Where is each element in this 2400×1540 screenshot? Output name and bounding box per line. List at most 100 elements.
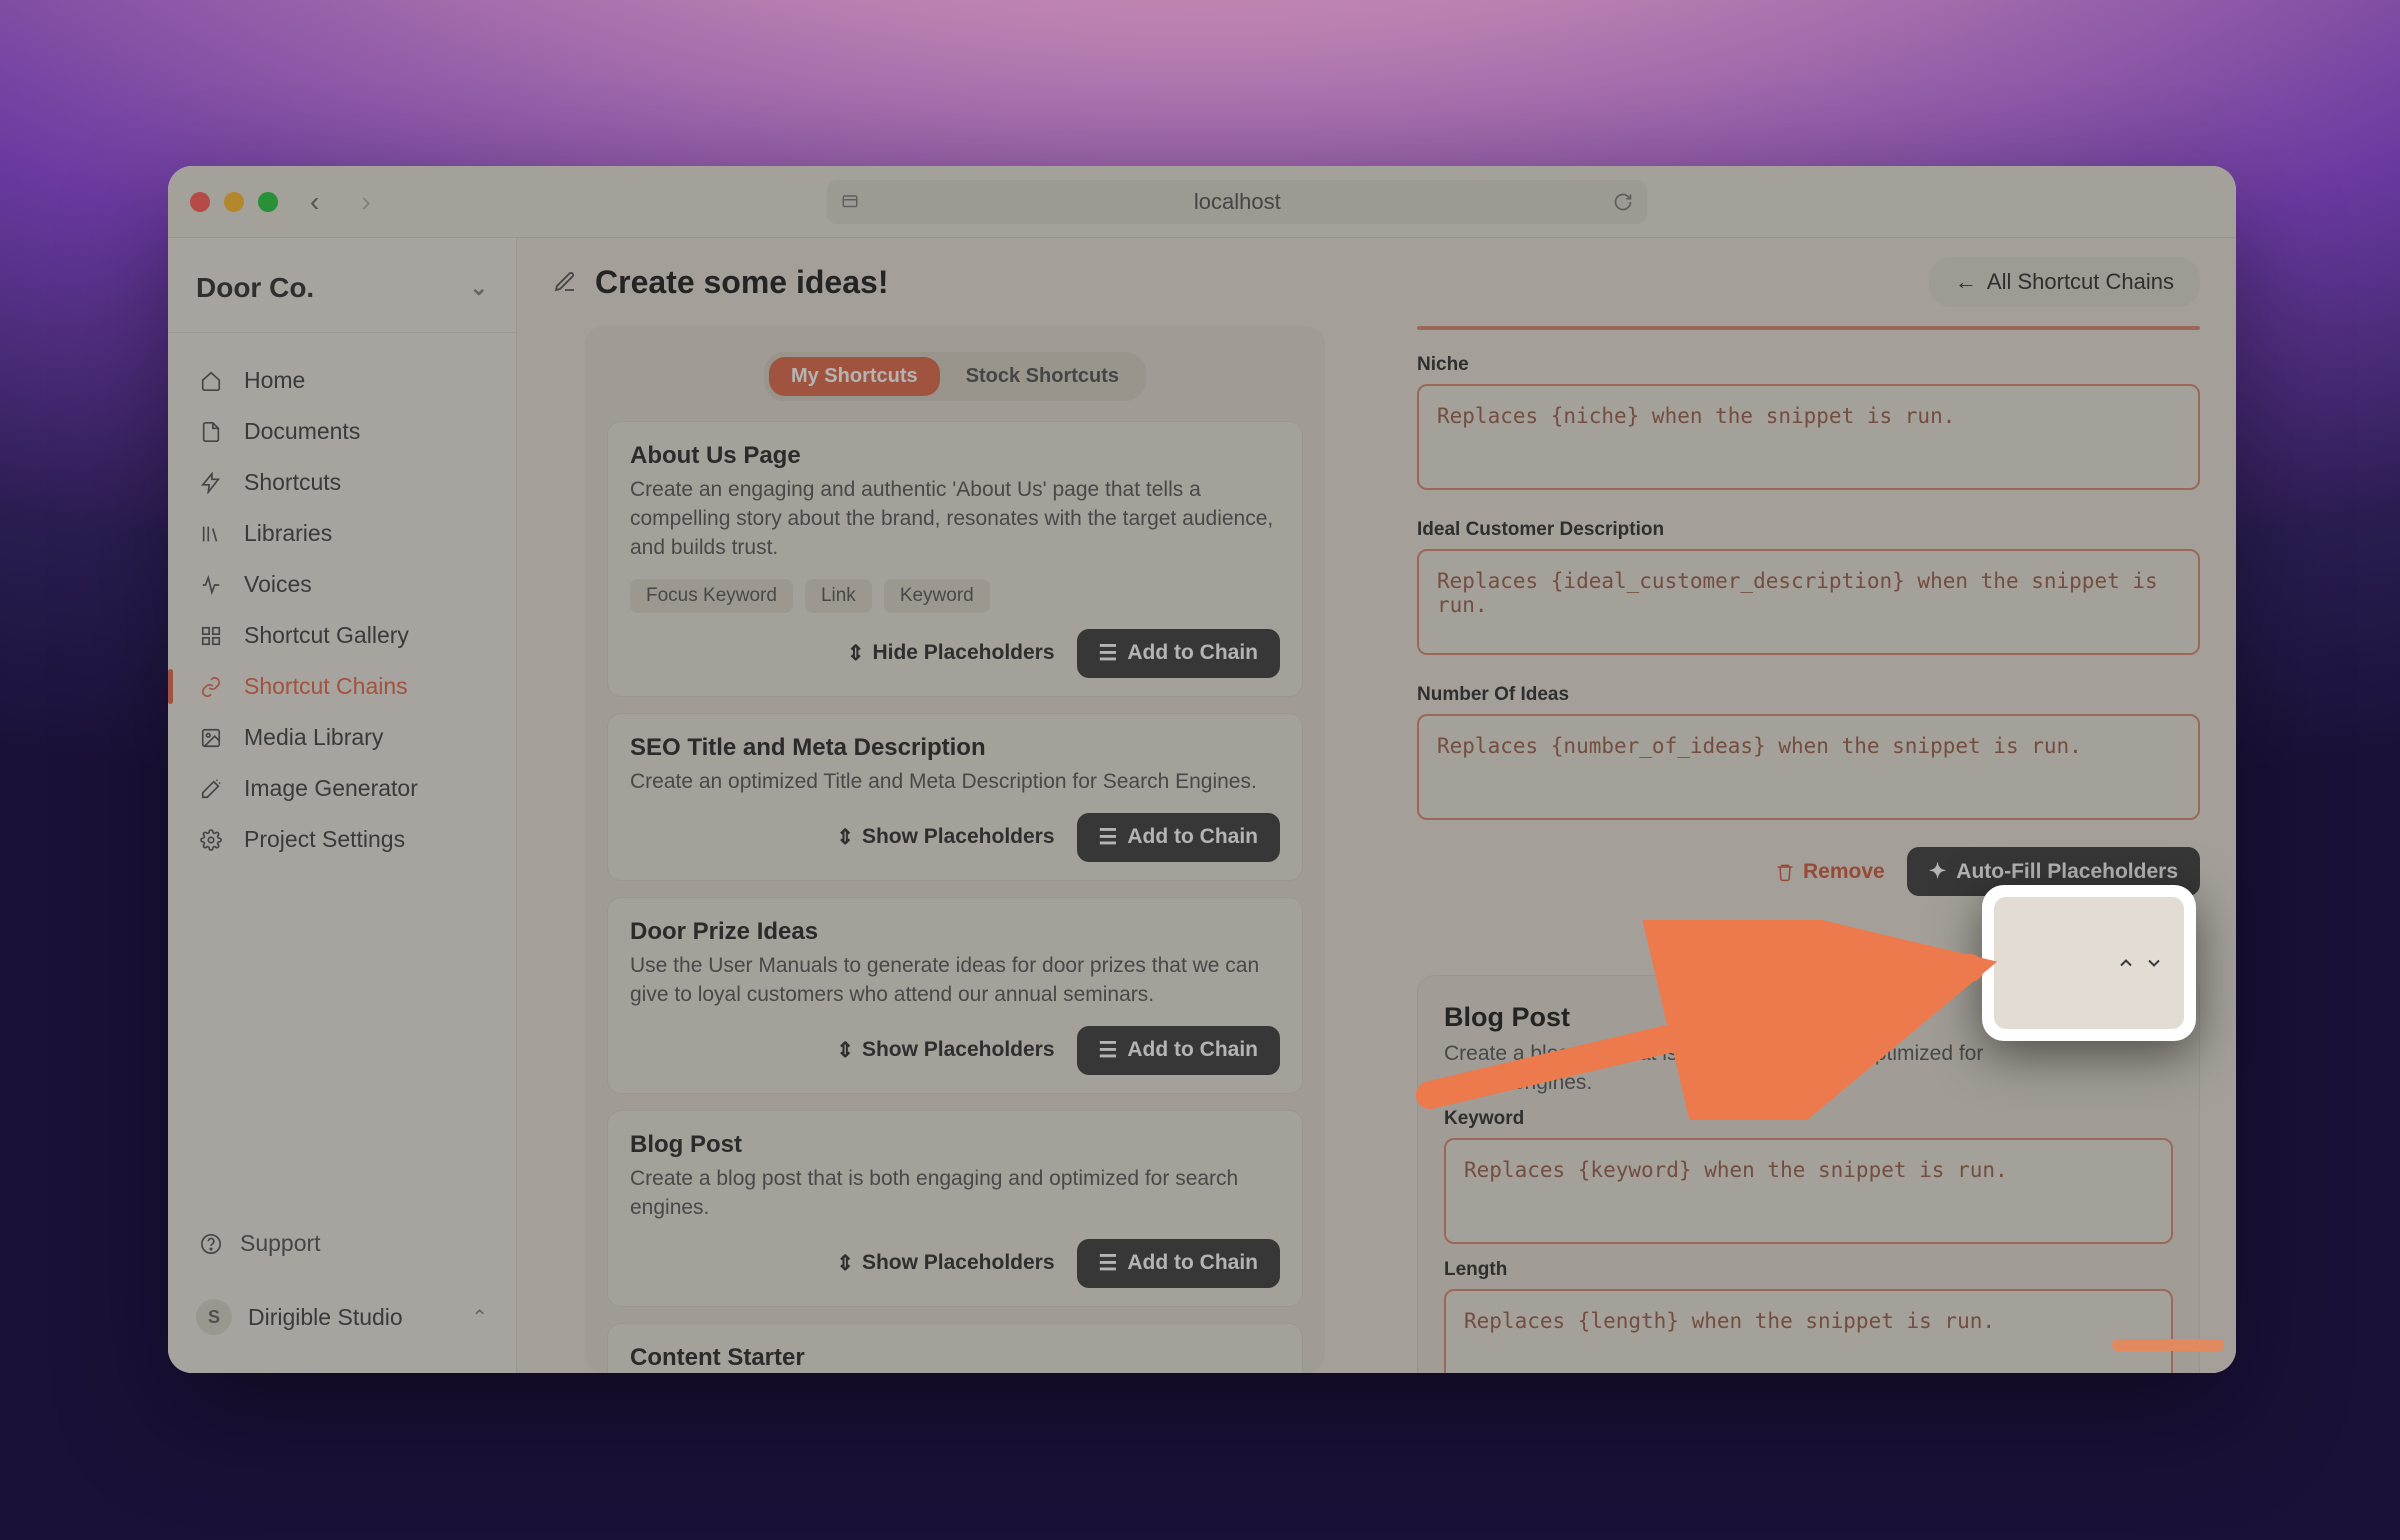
back-label: All Shortcut Chains [1987, 269, 2174, 295]
url-bar[interactable]: localhost [827, 180, 1647, 224]
document-icon [200, 421, 226, 443]
browser-chrome: ‹ › localhost [168, 166, 2236, 238]
add-to-chain-button[interactable]: ☰ Add to Chain [1077, 1239, 1280, 1288]
sidebar-item-label: Shortcuts [244, 469, 341, 496]
sparkle-icon: ✦ [1929, 859, 1947, 884]
add-to-chain-button[interactable]: ☰ Add to Chain [1077, 629, 1280, 678]
expand-icon: ⇕ [836, 825, 854, 850]
shortcut-desc: Create a blog post that is both engaging… [630, 1165, 1280, 1223]
nav-forward-button[interactable]: › [351, 182, 380, 222]
books-icon [200, 523, 226, 545]
niche-input[interactable] [1417, 384, 2200, 490]
reload-icon[interactable] [1613, 192, 1633, 212]
ideal-customer-input[interactable] [1417, 549, 2200, 655]
shortcut-card: Door Prize Ideas Use the User Manuals to… [607, 897, 1303, 1094]
field-label: Keyword [1444, 1108, 2173, 1130]
sidebar-item-label: Voices [244, 571, 312, 598]
toggle-placeholders-button[interactable]: ⇕ Show Placeholders [836, 825, 1054, 850]
edit-icon[interactable] [553, 270, 577, 294]
tab-stock-shortcuts[interactable]: Stock Shortcuts [944, 357, 1141, 396]
stack-icon: ☰ [1099, 1251, 1118, 1276]
wand-icon [200, 778, 226, 800]
shortcut-desc: Create an optimized Title and Meta Descr… [630, 768, 1280, 797]
support-link[interactable]: Support [182, 1218, 502, 1269]
shortcut-tag: Link [805, 579, 872, 613]
window-minimize-button[interactable] [224, 192, 244, 212]
image-icon [200, 727, 226, 749]
sidebar-item-label: Image Generator [244, 775, 418, 802]
sidebar-item-media-library[interactable]: Media Library [182, 712, 502, 763]
sidebar-nav: Home Documents Shortcuts Libraries Voice… [168, 333, 516, 1208]
shortcut-card: SEO Title and Meta Description Create an… [607, 713, 1303, 881]
number-of-ideas-input[interactable] [1417, 714, 2200, 820]
move-down-button[interactable] [2144, 953, 2164, 973]
workspace-switcher[interactable]: S Dirigible Studio ⌃ [182, 1289, 502, 1345]
trash-icon [1775, 862, 1795, 882]
sidebar: Door Co. ⌄ Home Documents Shortcuts [168, 238, 517, 1373]
move-up-button[interactable] [2116, 953, 2136, 973]
back-button[interactable]: ← All Shortcut Chains [1929, 257, 2200, 307]
sidebar-item-label: Home [244, 367, 305, 394]
length-input[interactable] [1444, 1289, 2173, 1373]
stack-icon: ☰ [1099, 1038, 1118, 1063]
shortcut-desc: Use the User Manuals to generate ideas f… [630, 952, 1280, 1010]
sidebar-item-shortcut-gallery[interactable]: Shortcut Gallery [182, 610, 502, 661]
expand-icon: ⇕ [836, 1038, 854, 1063]
toggle-placeholders-button[interactable]: ⇕ Show Placeholders [836, 1038, 1054, 1063]
chevron-down-icon: ⌄ [470, 275, 488, 301]
sidebar-item-label: Documents [244, 418, 360, 445]
home-icon [200, 370, 226, 392]
app-window: ‹ › localhost Door Co. ⌄ [168, 166, 2236, 1373]
collapse-icon: ⇕ [847, 641, 865, 666]
sidebar-item-image-generator[interactable]: Image Generator [182, 763, 502, 814]
toggle-placeholders-button[interactable]: ⇕ Hide Placeholders [847, 641, 1055, 666]
expand-icon: ⇕ [836, 1251, 854, 1276]
sidebar-item-project-settings[interactable]: Project Settings [182, 814, 502, 865]
window-close-button[interactable] [190, 192, 210, 212]
shortcut-title: About Us Page [630, 442, 1280, 470]
shortcut-title: Content Starter [630, 1344, 1280, 1372]
help-icon [200, 1233, 222, 1255]
field-label: Niche [1417, 354, 2200, 376]
sidebar-item-shortcut-chains[interactable]: Shortcut Chains [182, 661, 502, 712]
tutorial-highlight [1982, 885, 2196, 1041]
sidebar-item-home[interactable]: Home [182, 355, 502, 406]
chain-editor: Niche Ideal Customer Description Number … [1325, 326, 2200, 1373]
arrow-left-icon: ← [1955, 269, 1977, 295]
page-header: Create some ideas! ← All Shortcut Chains [517, 238, 2236, 326]
shortcut-title: Blog Post [630, 1131, 1280, 1159]
shortcut-tabs: My Shortcuts Stock Shortcuts [764, 352, 1146, 401]
sidebar-item-label: Shortcut Gallery [244, 622, 409, 649]
sidebar-item-voices[interactable]: Voices [182, 559, 502, 610]
grid-icon [200, 625, 226, 647]
traffic-lights [190, 192, 278, 212]
sidebar-item-libraries[interactable]: Libraries [182, 508, 502, 559]
add-to-chain-button[interactable]: ☰ Add to Chain [1077, 813, 1280, 862]
workspace-name: Door Co. [196, 272, 314, 304]
shortcut-card: Blog Post Create a blog post that is bot… [607, 1110, 1303, 1307]
placeholder-field-partial[interactable] [1417, 326, 2200, 330]
sidebar-item-shortcuts[interactable]: Shortcuts [182, 457, 502, 508]
chain-step-desc: Create a blog post that is both engaging… [1444, 1039, 1984, 1098]
sidebar-item-label: Libraries [244, 520, 332, 547]
support-label: Support [240, 1230, 321, 1257]
workspace-switcher-label: Dirigible Studio [248, 1304, 403, 1331]
shortcut-tag: Focus Keyword [630, 579, 793, 613]
main-content: Create some ideas! ← All Shortcut Chains… [517, 238, 2236, 1373]
add-to-chain-button[interactable]: ☰ Add to Chain [1077, 1026, 1280, 1075]
nav-back-button[interactable]: ‹ [300, 182, 329, 222]
gear-icon [200, 829, 226, 851]
toggle-placeholders-button[interactable]: ⇕ Show Placeholders [836, 1251, 1054, 1276]
keyword-input[interactable] [1444, 1138, 2173, 1244]
wave-icon [200, 574, 226, 596]
sidebar-item-label: Media Library [244, 724, 383, 751]
sidebar-item-label: Shortcut Chains [244, 673, 408, 700]
workspace-avatar: S [196, 1299, 232, 1335]
workspace-picker[interactable]: Door Co. ⌄ [168, 260, 516, 333]
window-maximize-button[interactable] [258, 192, 278, 212]
site-info-icon[interactable] [841, 193, 859, 211]
remove-button[interactable]: Remove [1775, 860, 1885, 884]
tab-my-shortcuts[interactable]: My Shortcuts [769, 357, 940, 396]
sidebar-item-documents[interactable]: Documents [182, 406, 502, 457]
field-label: Number Of Ideas [1417, 684, 2200, 706]
